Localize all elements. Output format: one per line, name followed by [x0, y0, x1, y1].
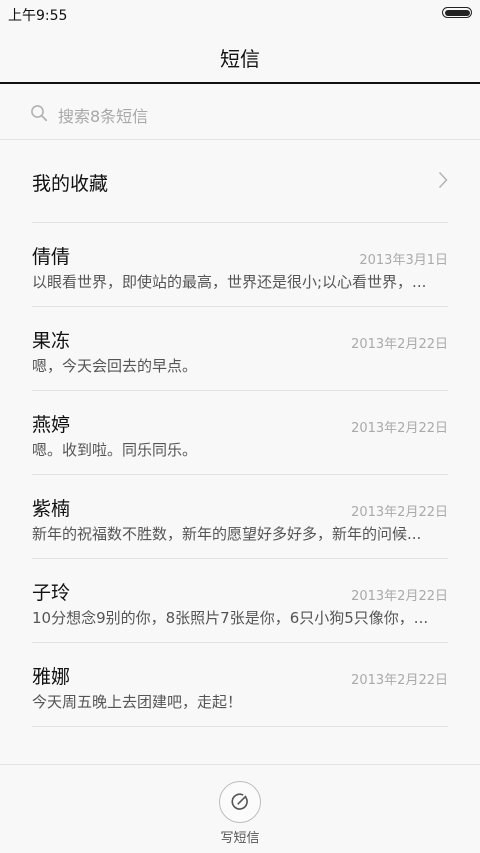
contact-name: 雅娜 — [32, 666, 71, 688]
message-preview: 今天周五晚上去团建吧，走起！ — [32, 693, 243, 711]
message-row[interactable]: 雅娜 2013年2月22日 今天周五晚上去团建吧，走起！ — [32, 643, 448, 727]
message-row[interactable]: 子玲 2013年2月22日 10分想念9别的你，8张照片7张是你，6只小狗5只像… — [32, 559, 448, 643]
compose-label[interactable]: 写短信 — [0, 827, 480, 846]
message-date: 2013年2月22日 — [351, 505, 448, 520]
contact-name: 燕婷 — [32, 414, 71, 436]
contact-name: 子玲 — [32, 582, 71, 604]
message-row[interactable]: 果冻 2013年2月22日 嗯，今天会回去的早点。 — [32, 307, 448, 391]
battery-icon — [442, 7, 472, 18]
favorites-row[interactable]: 我的收藏 — [32, 140, 448, 223]
compose-icon — [231, 793, 248, 810]
message-preview: 嗯。收到啦。同乐同乐。 — [32, 441, 198, 459]
message-row[interactable]: 紫楠 2013年2月22日 新年的祝福数不胜数，新年的愿望好多好多，新年的问候.… — [32, 475, 448, 559]
battery-fill — [444, 9, 470, 16]
page-title: 短信 — [220, 47, 260, 71]
message-date: 2013年2月22日 — [351, 421, 448, 436]
message-date: 2013年3月1日 — [359, 253, 448, 268]
status-bar: 上午9:55 — [0, 0, 480, 28]
message-date: 2013年2月22日 — [351, 589, 448, 604]
message-preview: 以眼看世界，即使站的最高，世界还是很小;以心看世界，... — [32, 273, 427, 291]
contact-name: 紫楠 — [32, 498, 71, 520]
favorites-label: 我的收藏 — [32, 173, 109, 195]
message-row[interactable]: 燕婷 2013年2月22日 嗯。收到啦。同乐同乐。 — [32, 391, 448, 475]
message-list: 倩倩 2013年3月1日 以眼看世界，即使站的最高，世界还是很小;以心看世界，.… — [32, 223, 448, 727]
bottom-bar: 写短信 — [0, 764, 480, 853]
message-preview: 新年的祝福数不胜数，新年的愿望好多好多，新年的问候... — [32, 525, 422, 543]
contact-name: 倩倩 — [32, 246, 71, 268]
message-preview: 10分想念9别的你，8张照片7张是你，6只小狗5只像你，... — [32, 609, 429, 627]
search-icon — [31, 105, 48, 122]
contact-name: 果冻 — [32, 330, 71, 352]
chevron-right-icon — [438, 171, 448, 189]
compose-button[interactable] — [219, 781, 261, 823]
message-preview: 嗯，今天会回去的早点。 — [32, 357, 198, 375]
search-bar[interactable]: 搜索8条短信 — [0, 86, 480, 140]
message-date: 2013年2月22日 — [351, 337, 448, 352]
message-row[interactable]: 倩倩 2013年3月1日 以眼看世界，即使站的最高，世界还是很小;以心看世界，.… — [32, 223, 448, 307]
status-time: 上午9:55 — [8, 8, 68, 24]
search-placeholder: 搜索8条短信 — [58, 107, 149, 126]
message-date: 2013年2月22日 — [351, 673, 448, 688]
title-bar: 短信 — [0, 28, 480, 84]
